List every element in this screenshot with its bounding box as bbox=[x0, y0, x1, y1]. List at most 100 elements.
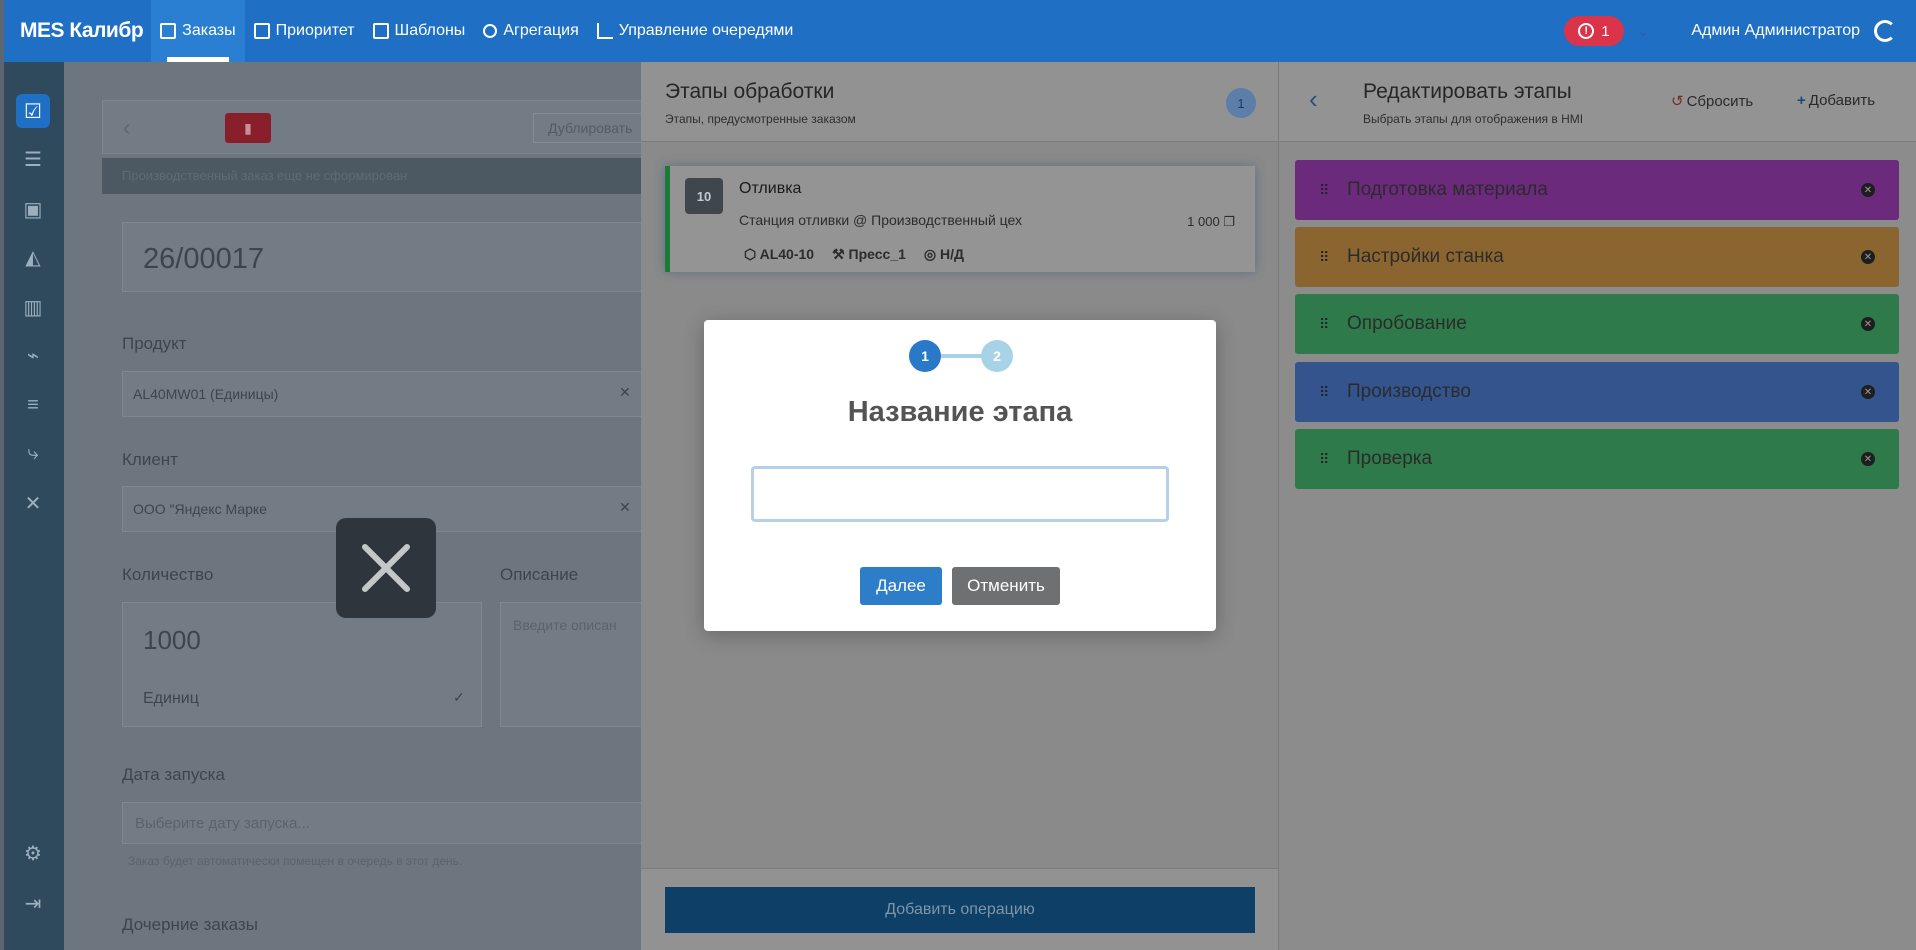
list-icon[interactable]: ≡ bbox=[16, 388, 50, 422]
nav-item-templates[interactable]: Шаблоны bbox=[364, 0, 475, 62]
step-1-indicator: 1 bbox=[909, 340, 941, 372]
operation-number: 10 bbox=[685, 178, 723, 214]
duplicate-button[interactable]: Дублировать bbox=[533, 113, 643, 143]
clear-icon[interactable]: ✕ bbox=[619, 499, 631, 516]
remove-stage-icon[interactable]: ✕ bbox=[1861, 183, 1875, 197]
machine-tag: ⚒ Пресс_1 bbox=[832, 246, 906, 263]
operation-card[interactable]: 10 Отливка Станция отливки @ Производств… bbox=[665, 166, 1255, 272]
template-icon bbox=[372, 23, 389, 39]
next-button[interactable]: Далее bbox=[860, 567, 942, 605]
quantity-value: 1000 bbox=[143, 625, 201, 655]
stage-item[interactable]: ⠿ Опробование ✕ bbox=[1295, 294, 1899, 354]
stage-item[interactable]: ⠿ Подготовка материала ✕ bbox=[1295, 160, 1899, 220]
nav-item-aggregation[interactable]: Агрегация bbox=[474, 0, 587, 62]
start-date-placeholder: Выберите дату запуска... bbox=[135, 815, 310, 832]
stage-item[interactable]: ⠿ Производство ✕ bbox=[1295, 362, 1899, 422]
step-2-indicator: 2 bbox=[981, 340, 1013, 372]
nav-item-label: Заказы bbox=[182, 22, 236, 39]
orders-icon[interactable]: ☑ bbox=[16, 94, 50, 128]
area-chart-icon[interactable]: ◭ bbox=[16, 240, 50, 274]
flow-icon[interactable]: ⤷ bbox=[16, 436, 50, 470]
description-placeholder: Введите описан bbox=[513, 617, 617, 633]
cancel-button[interactable]: Отменить bbox=[952, 567, 1060, 605]
stage-item[interactable]: ⠿ Настройки станка ✕ bbox=[1295, 227, 1899, 287]
user-menu[interactable]: Админ Администратор bbox=[1691, 22, 1860, 40]
nav-item-orders[interactable]: Заказы bbox=[151, 0, 245, 62]
left-sidebar: ☑ ☰ ▣ ◭ ▥ ⌁ ≡ ⤷ ✕ ⚙ ⇥ bbox=[4, 62, 64, 950]
processing-title: Этапы обработки bbox=[665, 80, 835, 103]
back-icon[interactable]: ‹ bbox=[1309, 84, 1318, 115]
reset-button[interactable]: ↺ Сбросить bbox=[1671, 92, 1753, 110]
processing-subtitle: Этапы, предусмотренные заказом bbox=[665, 112, 856, 126]
book-icon bbox=[160, 23, 177, 39]
description-label: Описание bbox=[500, 565, 579, 584]
tool-value: Н/Д bbox=[940, 246, 964, 262]
delete-button[interactable]: ▮ bbox=[225, 113, 271, 143]
operation-tags: ⬡ AL40-10 ⚒ Пресс_1 ◎ Н/Д bbox=[744, 246, 964, 263]
back-icon[interactable]: ‹ bbox=[123, 115, 130, 141]
line-chart-icon[interactable]: ⌁ bbox=[16, 338, 50, 372]
machine-value: Пресс_1 bbox=[848, 246, 906, 262]
material-value: AL40-10 bbox=[759, 246, 815, 262]
stage-name-input[interactable] bbox=[751, 466, 1169, 522]
save-icon[interactable]: ▣ bbox=[16, 192, 50, 226]
operation-quantity-value: 1 000 bbox=[1187, 214, 1220, 229]
drag-handle-icon[interactable]: ⠿ bbox=[1319, 451, 1335, 468]
box-icon: ⬡ bbox=[744, 246, 757, 262]
remove-stage-icon[interactable]: ✕ bbox=[1861, 385, 1875, 399]
edit-stages-subtitle: Выбрать этапы для отображения в HMI bbox=[1363, 112, 1584, 126]
drag-handle-icon[interactable]: ⠿ bbox=[1319, 182, 1335, 199]
operation-station: Станция отливки @ Производственный цех bbox=[739, 212, 1022, 228]
order-number-field[interactable]: 26/00017 bbox=[122, 222, 642, 292]
drag-handle-icon[interactable]: ⠿ bbox=[1319, 384, 1335, 401]
brand-logo[interactable]: MES Калибр bbox=[4, 19, 151, 43]
stage-item[interactable]: ⠿ Проверка ✕ bbox=[1295, 429, 1899, 489]
reset-label: Сбросить bbox=[1686, 93, 1754, 110]
quantity-field[interactable]: 1000 Единиц ✓ bbox=[122, 602, 482, 727]
start-date-input[interactable]: Выберите дату запуска... bbox=[122, 802, 642, 844]
edit-stages-header: ‹ Редактировать этапы Выбрать этапы для … bbox=[1279, 62, 1916, 142]
company-logo-icon[interactable] bbox=[1874, 20, 1896, 42]
alert-icon: ! bbox=[1578, 23, 1595, 39]
top-navbar: MES Калибр Заказы Приоритет Шаблоны Агре… bbox=[4, 0, 1916, 62]
priority-icon[interactable]: ☰ bbox=[16, 142, 50, 176]
alert-count: 1 bbox=[1601, 22, 1610, 40]
material-tag: ⬡ AL40-10 bbox=[744, 246, 814, 263]
header-right: ! 1 ⌄ Админ Администратор bbox=[1564, 16, 1916, 46]
product-select[interactable]: AL40MW01 (Единицы) ✕ bbox=[122, 371, 642, 417]
close-overlay-button[interactable] bbox=[336, 518, 436, 618]
bar-chart-icon[interactable]: ▥ bbox=[16, 290, 50, 324]
nav-item-priority[interactable]: Приоритет bbox=[245, 0, 364, 62]
clear-icon[interactable]: ✕ bbox=[619, 384, 631, 401]
processing-header: Этапы обработки Этапы, предусмотренные з… bbox=[641, 62, 1278, 142]
settings-icon[interactable]: ⚙ bbox=[16, 836, 50, 870]
processing-footer: Добавить операцию bbox=[641, 868, 1278, 950]
sitemap-icon bbox=[483, 24, 498, 38]
nav-item-queues[interactable]: Управление очередями bbox=[588, 0, 803, 62]
add-stage-button[interactable]: + Добавить bbox=[1797, 92, 1875, 109]
edit-stages-panel: ‹ Редактировать этапы Выбрать этапы для … bbox=[1278, 62, 1916, 950]
description-field[interactable]: Введите описан bbox=[500, 602, 642, 727]
dialog-title: Название этапа bbox=[847, 396, 1073, 428]
add-operation-button[interactable]: Добавить операцию bbox=[665, 887, 1255, 933]
nav-item-label: Агрегация bbox=[503, 22, 579, 39]
operations-count-badge: 1 bbox=[1226, 88, 1256, 118]
stage-name: Опробование bbox=[1347, 313, 1467, 334]
start-date-hint: Заказ будет автоматически помещен в очер… bbox=[128, 854, 463, 868]
drag-handle-icon[interactable]: ⠿ bbox=[1319, 249, 1335, 266]
tools-icon[interactable]: ✕ bbox=[16, 486, 50, 520]
start-date-label: Дата запуска bbox=[122, 765, 225, 784]
drag-handle-icon[interactable]: ⠿ bbox=[1319, 316, 1335, 333]
nav-item-label: Управление очередями bbox=[618, 22, 794, 39]
child-orders-label: Дочерние заказы bbox=[122, 915, 258, 934]
tool-tag: ◎ Н/Д bbox=[924, 246, 964, 263]
copy-icon[interactable]: ❐ bbox=[1223, 214, 1235, 229]
remove-stage-icon[interactable]: ✕ bbox=[1861, 317, 1875, 331]
logout-icon[interactable]: ⇥ bbox=[16, 886, 50, 920]
queue-chart-icon bbox=[596, 23, 613, 39]
remove-stage-icon[interactable]: ✕ bbox=[1861, 250, 1875, 264]
alerts-button[interactable]: ! 1 bbox=[1564, 16, 1624, 46]
remove-stage-icon[interactable]: ✕ bbox=[1861, 452, 1875, 466]
operation-quantity: 1 000 ❐ bbox=[1187, 214, 1235, 230]
chevron-down-icon[interactable]: ⌄ bbox=[1638, 23, 1650, 40]
